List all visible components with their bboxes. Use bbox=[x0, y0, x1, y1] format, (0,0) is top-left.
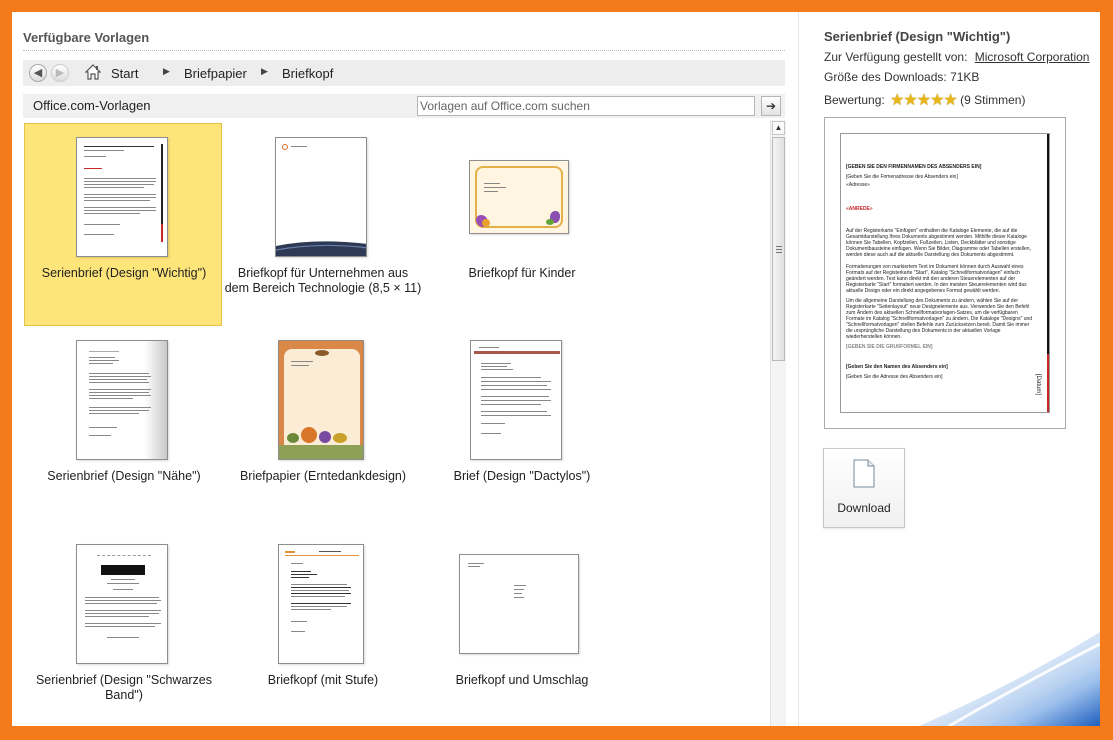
breadcrumb-separator-icon: ▶ bbox=[261, 66, 268, 76]
available-templates-panel: Verfügbare Vorlagen ◀ ▶ Start ▶ Briefpap… bbox=[12, 12, 798, 726]
download-button[interactable]: Download bbox=[823, 448, 905, 528]
template-thumbnail bbox=[275, 137, 367, 257]
arrow-right-icon: ➔ bbox=[765, 99, 777, 113]
template-dialog: Verfügbare Vorlagen ◀ ▶ Start ▶ Briefpap… bbox=[12, 12, 1100, 726]
breadcrumb-briefpapier[interactable]: Briefpapier bbox=[184, 66, 247, 81]
template-thumbnail bbox=[278, 340, 364, 460]
template-preview: [Datum] [GEBEN SIE DEN FIRMENNAMEN DES A… bbox=[824, 117, 1066, 429]
template-tile[interactable]: Serienbrief (Design "Wichtig") bbox=[24, 123, 222, 326]
search-go-button[interactable]: ➔ bbox=[761, 96, 781, 116]
download-size-value: 71KB bbox=[950, 70, 980, 84]
download-size: Größe des Downloads: 71KB bbox=[824, 70, 979, 84]
template-tile[interactable]: Briefkopf und Umschlag bbox=[422, 530, 620, 726]
template-label: Serienbrief (Design "Wichtig") bbox=[41, 266, 207, 280]
title-divider bbox=[23, 50, 785, 51]
document-icon bbox=[853, 459, 875, 488]
preview-address: [Geben Sie die Firmenadresse des Absende… bbox=[846, 174, 958, 180]
template-thumbnail bbox=[469, 160, 569, 234]
provider-link[interactable]: Microsoft Corporation bbox=[975, 50, 1090, 64]
provided-by: Zur Verfügung gestellt von: Microsoft Co… bbox=[824, 50, 1089, 64]
template-label: Briefkopf für Kinder bbox=[468, 266, 576, 280]
back-button[interactable]: ◀ bbox=[29, 64, 47, 82]
template-tile[interactable]: Briefkopf für Kinder bbox=[422, 123, 620, 326]
office-templates-bar: Office.com-Vorlagen ➔ bbox=[23, 94, 785, 118]
template-thumbnail bbox=[459, 554, 579, 654]
preview-page: [Datum] [GEBEN SIE DEN FIRMENNAMEN DES A… bbox=[840, 133, 1050, 413]
grip-icon bbox=[776, 246, 782, 253]
preview-sender-name: [Geben Sie den Namen des Absenders ein] bbox=[846, 364, 948, 370]
breadcrumb-briefkopf[interactable]: Briefkopf bbox=[282, 66, 333, 81]
preview-sender-address: [Geben Sie die Adresse des Absenders ein… bbox=[846, 374, 943, 380]
breadcrumb-start[interactable]: Start bbox=[111, 66, 138, 81]
template-label: Briefkopf (mit Stufe) bbox=[267, 673, 379, 687]
download-label: Download bbox=[837, 501, 891, 515]
template-label: Briefpapier (Erntedankdesign) bbox=[239, 469, 407, 483]
template-thumbnail bbox=[278, 544, 364, 664]
template-gallery: Serienbrief (Design "Wichtig") Briefkopf… bbox=[23, 120, 769, 726]
navigation-bar: ◀ ▶ Start ▶ Briefpapier ▶ Briefkopf bbox=[23, 60, 785, 86]
template-tile[interactable]: Briefkopf für Unternehmen aus dem Bereic… bbox=[223, 123, 421, 326]
template-thumbnail bbox=[76, 544, 168, 664]
decorative-swoosh bbox=[919, 632, 1100, 726]
office-templates-title: Office.com-Vorlagen bbox=[33, 98, 151, 113]
preview-salutation: «ANREDE» bbox=[846, 206, 873, 212]
template-thumbnail bbox=[76, 340, 168, 460]
scroll-up-button[interactable]: ▲ bbox=[772, 121, 785, 135]
home-icon[interactable] bbox=[85, 64, 101, 80]
provided-by-label: Zur Verfügung gestellt von: bbox=[824, 50, 968, 64]
template-tile[interactable]: Serienbrief (Design "Schwarzes Band") bbox=[24, 530, 222, 726]
scroll-thumb[interactable] bbox=[772, 137, 785, 361]
template-thumbnail bbox=[470, 340, 562, 460]
template-label: Serienbrief (Design "Schwarzes Band") bbox=[35, 673, 213, 702]
arrow-right-icon: ▶ bbox=[55, 67, 65, 79]
template-tile[interactable]: Brief (Design "Dactylos") bbox=[422, 326, 620, 529]
rating-votes: (9 Stimmen) bbox=[960, 93, 1026, 107]
preview-company: [GEBEN SIE DEN FIRMENNAMEN DES ABSENDERS… bbox=[846, 164, 982, 170]
triangle-up-icon: ▲ bbox=[774, 123, 783, 132]
preview-body-1: Auf der Registerkarte "Einfügen" enthalt… bbox=[846, 228, 1031, 258]
template-tile[interactable]: Briefkopf (mit Stufe) bbox=[223, 530, 421, 726]
preview-body-3: Um die allgemeine Darstellung des Dokume… bbox=[846, 298, 1033, 340]
template-label: Briefkopf für Unternehmen aus dem Bereic… bbox=[224, 266, 422, 295]
template-tile[interactable]: Serienbrief (Design "Nähe") bbox=[24, 326, 222, 529]
rating: Bewertung: ★★★★★ (9 Stimmen) bbox=[824, 90, 1025, 110]
forward-button[interactable]: ▶ bbox=[51, 64, 69, 82]
download-size-label: Größe des Downloads: bbox=[824, 70, 947, 84]
arrow-left-icon: ◀ bbox=[33, 67, 43, 79]
preview-body-2: Formatierungen von markiertem Text im Do… bbox=[846, 264, 1027, 294]
panel-title: Verfügbare Vorlagen bbox=[23, 30, 150, 45]
breadcrumb-separator-icon: ▶ bbox=[163, 66, 170, 76]
search-input[interactable] bbox=[417, 96, 755, 116]
template-details-panel: Serienbrief (Design "Wichtig") Zur Verfü… bbox=[799, 12, 1100, 726]
rating-label: Bewertung: bbox=[824, 93, 885, 107]
template-label: Brief (Design "Dactylos") bbox=[453, 469, 591, 483]
template-thumbnail bbox=[76, 137, 168, 257]
rating-stars-icon[interactable]: ★★★★★ bbox=[890, 90, 958, 110]
template-tile[interactable]: Briefpapier (Erntedankdesign) bbox=[223, 326, 421, 529]
template-label: Briefkopf und Umschlag bbox=[455, 673, 589, 687]
gallery-scrollbar[interactable]: ▲ bbox=[770, 120, 786, 726]
preview-closing: [GEBEN SIE DIE GRUßFORMEL EIN] bbox=[846, 344, 933, 350]
template-label: Serienbrief (Design "Nähe") bbox=[47, 469, 201, 483]
preview-recipient: «Adresse» bbox=[846, 182, 870, 188]
template-title: Serienbrief (Design "Wichtig") bbox=[824, 29, 1011, 44]
